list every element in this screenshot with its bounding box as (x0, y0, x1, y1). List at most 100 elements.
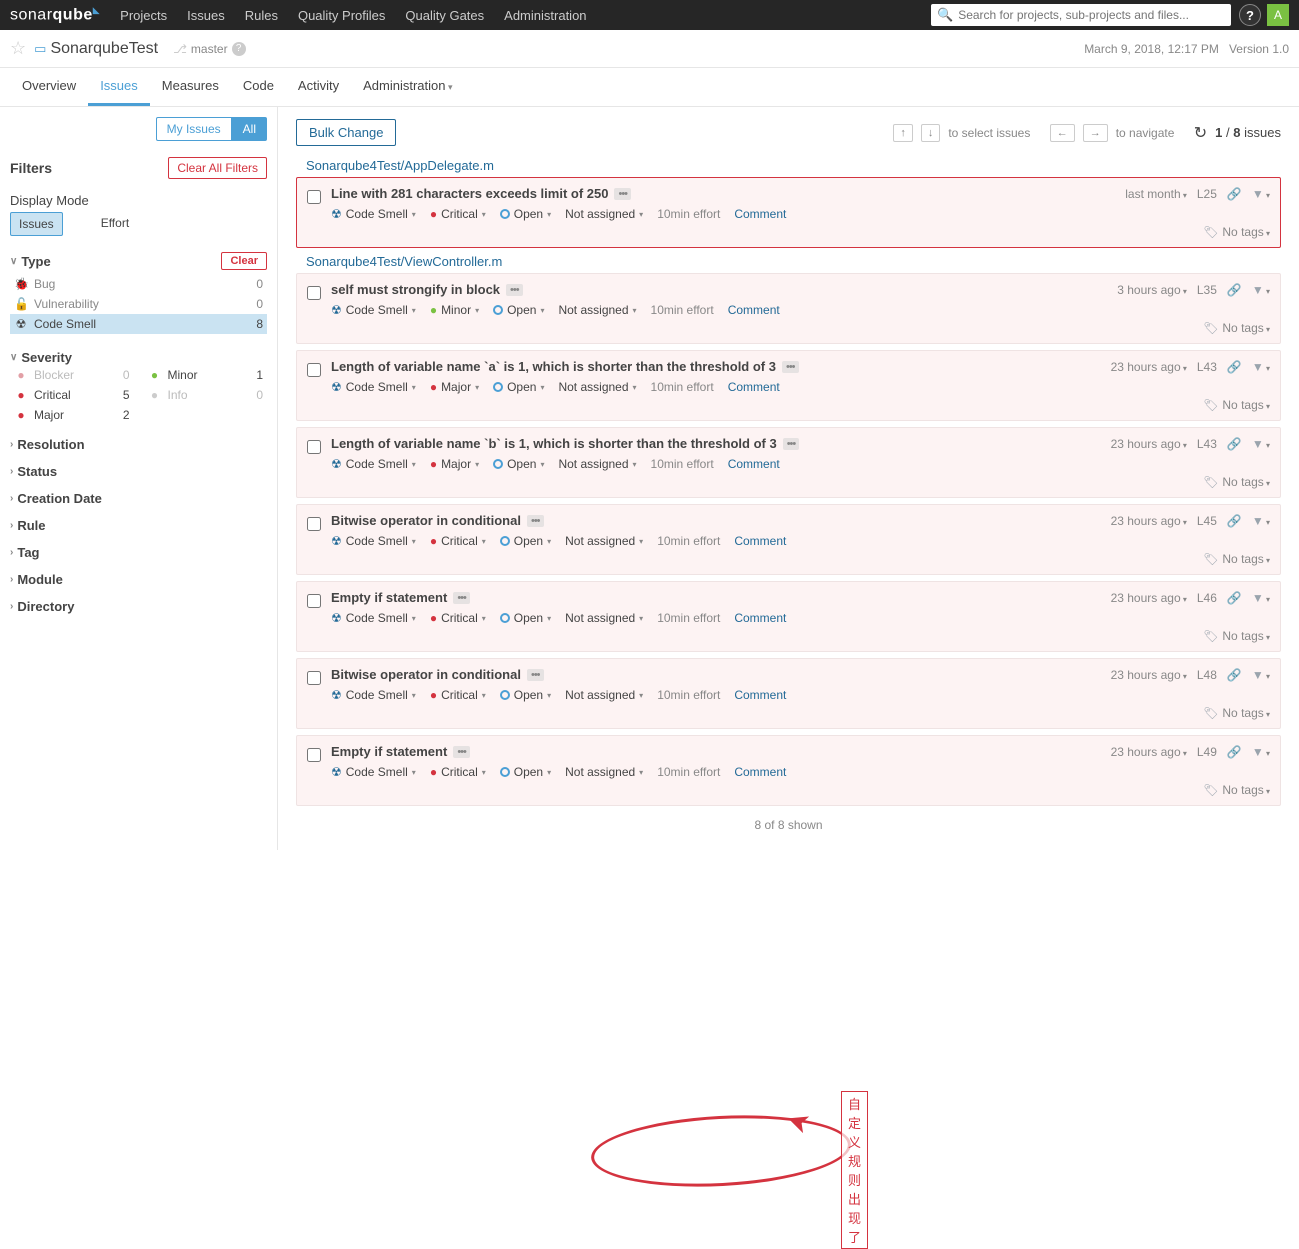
issue-title[interactable]: self must strongify in block (331, 282, 500, 297)
permalink-icon[interactable]: 🔗 (1227, 591, 1242, 605)
issue-age[interactable]: 23 hours ago (1111, 437, 1187, 451)
issue-age[interactable]: 23 hours ago (1111, 668, 1187, 682)
avatar[interactable]: A (1267, 4, 1289, 26)
facet-module-header[interactable]: ›Module (10, 572, 267, 587)
issue-severity[interactable]: ●Critical (430, 688, 486, 702)
issue-age[interactable]: 23 hours ago (1111, 745, 1187, 759)
issue-severity[interactable]: ●Critical (430, 611, 486, 625)
issue-status[interactable]: Open (500, 611, 551, 625)
issue-age[interactable]: 3 hours ago (1117, 283, 1187, 297)
issue-age[interactable]: 23 hours ago (1111, 591, 1187, 605)
comment-link[interactable]: Comment (728, 303, 780, 317)
facet-creation-date-header[interactable]: ›Creation Date (10, 491, 267, 506)
comment-link[interactable]: Comment (734, 534, 786, 548)
issue-title[interactable]: Length of variable name `a` is 1, which … (331, 359, 776, 374)
issue-status[interactable]: Open (500, 207, 551, 221)
issue-checkbox[interactable] (307, 286, 321, 300)
issue-severity[interactable]: ●Critical (430, 765, 486, 779)
issue-severity[interactable]: ●Major (430, 457, 479, 471)
facet-status-header[interactable]: ›Status (10, 464, 267, 479)
filter-icon[interactable]: ▼ (1252, 668, 1270, 682)
issue-card[interactable]: Empty if statement•••23 hours agoL46🔗▼☢C… (296, 581, 1281, 652)
issue-assignee[interactable]: Not assigned (565, 611, 643, 625)
filter-icon[interactable]: ▼ (1252, 745, 1270, 759)
permalink-icon[interactable]: 🔗 (1227, 283, 1242, 297)
comment-link[interactable]: Comment (734, 688, 786, 702)
issue-type[interactable]: ☢Code Smell (331, 765, 416, 779)
issue-checkbox[interactable] (307, 517, 321, 531)
facet-type-clear[interactable]: Clear (221, 252, 267, 270)
permalink-icon[interactable]: 🔗 (1227, 745, 1242, 759)
tab-activity[interactable]: Activity (286, 68, 351, 106)
issue-status[interactable]: Open (500, 534, 551, 548)
more-icon[interactable]: ••• (527, 515, 544, 527)
type-code-smell[interactable]: ☢Code Smell8 (10, 314, 267, 334)
issue-severity[interactable]: ●Critical (430, 534, 486, 548)
filter-icon[interactable]: ▼ (1252, 437, 1270, 451)
issue-status[interactable]: Open (500, 688, 551, 702)
severity-blocker[interactable]: ●Blocker0 (10, 365, 134, 385)
issue-tags[interactable]: No tags (1222, 629, 1270, 643)
more-icon[interactable]: ••• (614, 188, 631, 200)
tab-issues[interactable]: Issues (88, 68, 150, 106)
issue-card[interactable]: Line with 281 characters exceeds limit o… (296, 177, 1281, 248)
issue-severity[interactable]: ●Major (430, 380, 479, 394)
issue-status[interactable]: Open (500, 765, 551, 779)
issue-age[interactable]: last month (1125, 187, 1187, 201)
issue-title[interactable]: Line with 281 characters exceeds limit o… (331, 186, 608, 201)
issue-tags[interactable]: No tags (1222, 398, 1270, 412)
issue-card[interactable]: Length of variable name `b` is 1, which … (296, 427, 1281, 498)
issue-assignee[interactable]: Not assigned (565, 534, 643, 548)
comment-link[interactable]: Comment (734, 611, 786, 625)
facet-directory-header[interactable]: ›Directory (10, 599, 267, 614)
clear-all-filters-button[interactable]: Clear All Filters (168, 157, 267, 179)
issue-card[interactable]: Empty if statement•••23 hours agoL49🔗▼☢C… (296, 735, 1281, 806)
issue-title[interactable]: Empty if statement (331, 744, 447, 759)
severity-minor[interactable]: ●Minor1 (144, 365, 268, 385)
all-issues-toggle[interactable]: All (232, 117, 267, 141)
issue-status[interactable]: Open (493, 303, 544, 317)
permalink-icon[interactable]: 🔗 (1227, 668, 1242, 682)
issue-type[interactable]: ☢Code Smell (331, 457, 416, 471)
issue-title[interactable]: Length of variable name `b` is 1, which … (331, 436, 777, 451)
issue-type[interactable]: ☢Code Smell (331, 534, 416, 548)
issue-tags[interactable]: No tags (1222, 225, 1270, 239)
global-search[interactable]: 🔍 (931, 4, 1231, 26)
filter-icon[interactable]: ▼ (1252, 187, 1270, 201)
issue-severity[interactable]: ●Minor (430, 303, 479, 317)
issue-tags[interactable]: No tags (1222, 321, 1270, 335)
issue-assignee[interactable]: Not assigned (558, 380, 636, 394)
issue-tags[interactable]: No tags (1222, 783, 1270, 797)
permalink-icon[interactable]: 🔗 (1227, 187, 1242, 201)
issue-checkbox[interactable] (307, 594, 321, 608)
issue-title[interactable]: Bitwise operator in conditional (331, 667, 521, 682)
issue-checkbox[interactable] (307, 671, 321, 685)
display-mode-effort[interactable]: Effort (93, 212, 137, 236)
reload-icon[interactable]: ↻ (1194, 123, 1207, 143)
more-icon[interactable]: ••• (527, 669, 544, 681)
tab-administration[interactable]: Administration (351, 68, 464, 106)
issue-card[interactable]: Length of variable name `a` is 1, which … (296, 350, 1281, 421)
comment-link[interactable]: Comment (728, 457, 780, 471)
issue-assignee[interactable]: Not assigned (558, 457, 636, 471)
comment-link[interactable]: Comment (734, 765, 786, 779)
tab-overview[interactable]: Overview (10, 68, 88, 106)
issue-checkbox[interactable] (307, 190, 321, 204)
file-path[interactable]: Sonarqube4Test/ViewController.m (296, 254, 1281, 269)
issue-checkbox[interactable] (307, 748, 321, 762)
issue-type[interactable]: ☢Code Smell (331, 688, 416, 702)
filter-icon[interactable]: ▼ (1252, 283, 1270, 297)
tab-code[interactable]: Code (231, 68, 286, 106)
issue-card[interactable]: Bitwise operator in conditional•••23 hou… (296, 504, 1281, 575)
permalink-icon[interactable]: 🔗 (1227, 360, 1242, 374)
topnav-link-issues[interactable]: Issues (187, 8, 225, 23)
comment-link[interactable]: Comment (734, 207, 786, 221)
topnav-link-quality-profiles[interactable]: Quality Profiles (298, 8, 385, 23)
facet-tag-header[interactable]: ›Tag (10, 545, 267, 560)
branch-selector[interactable]: ⎇ master ? (173, 42, 246, 56)
issue-tags[interactable]: No tags (1222, 552, 1270, 566)
topnav-link-administration[interactable]: Administration (504, 8, 586, 23)
help-button[interactable]: ? (1239, 4, 1261, 26)
issue-age[interactable]: 23 hours ago (1111, 514, 1187, 528)
issue-card[interactable]: Bitwise operator in conditional ••• 23 hou… (296, 658, 1281, 729)
